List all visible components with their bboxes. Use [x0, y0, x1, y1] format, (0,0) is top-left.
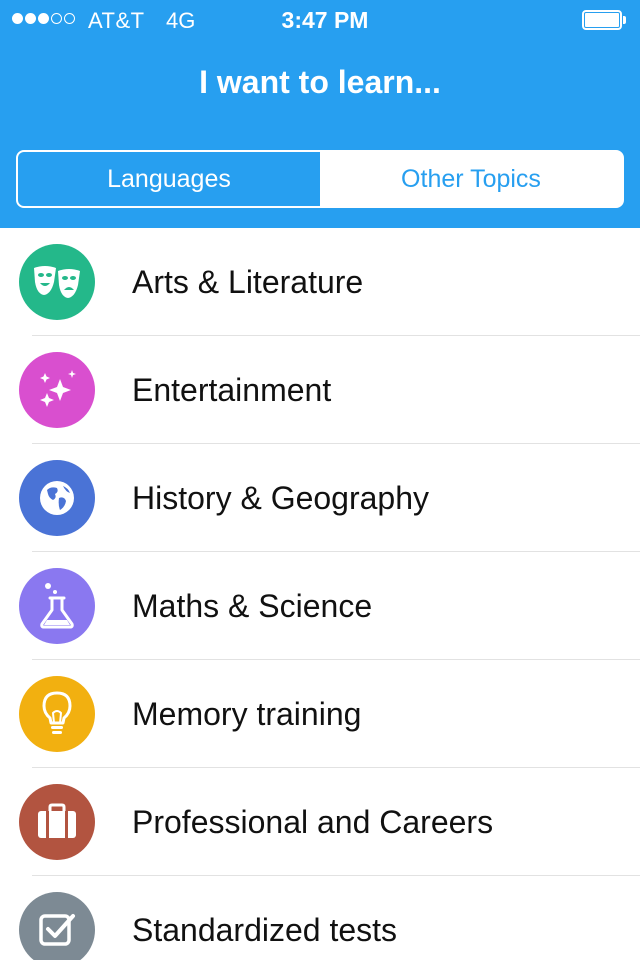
list-item-arts-literature[interactable]: Arts & Literature [0, 228, 640, 336]
lightbulb-icon [19, 676, 95, 756]
status-bar: AT&T 4G 3:47 PM [0, 0, 640, 40]
list-item-history-geography[interactable]: History & Geography [0, 444, 640, 552]
tab-other-topics[interactable]: Other Topics [320, 152, 622, 206]
list-item-memory-training[interactable]: Memory training [0, 660, 640, 768]
header-bar: AT&T 4G 3:47 PM I want to learn... Langu… [0, 0, 640, 228]
checkbox-icon [19, 892, 95, 960]
page-title: I want to learn... [199, 64, 441, 100]
status-time: 3:47 PM [281, 7, 369, 33]
list-item-label: Professional and Careers [132, 804, 494, 840]
list-item-label: Standardized tests [132, 912, 398, 948]
list-item-entertainment[interactable]: Entertainment [0, 336, 640, 444]
list-item-maths-science[interactable]: Maths & Science [0, 552, 640, 660]
list-item-standardized-tests[interactable]: Standardized tests [0, 876, 640, 960]
globe-icon [19, 460, 95, 540]
app-screen: AT&T 4G 3:47 PM I want to learn... Langu… [0, 0, 640, 960]
sparkles-icon [19, 352, 95, 432]
list-item-professional-careers[interactable]: Professional and Careers [0, 768, 640, 876]
list-item-label: History & Geography [132, 480, 430, 516]
battery-icon [582, 10, 628, 30]
tab-languages[interactable]: Languages [18, 152, 320, 206]
topic-type-segmented-control: Languages Other Topics [16, 150, 624, 208]
list-item-label: Entertainment [132, 372, 332, 408]
briefcase-icon [19, 784, 95, 864]
flask-icon [19, 568, 95, 648]
list-item-label: Maths & Science [132, 588, 373, 624]
theater-masks-icon [19, 244, 95, 324]
list-item-label: Memory training [132, 696, 362, 732]
list-item-label: Arts & Literature [132, 264, 364, 300]
topic-list: Arts & Literature Entertainment History … [0, 228, 640, 960]
